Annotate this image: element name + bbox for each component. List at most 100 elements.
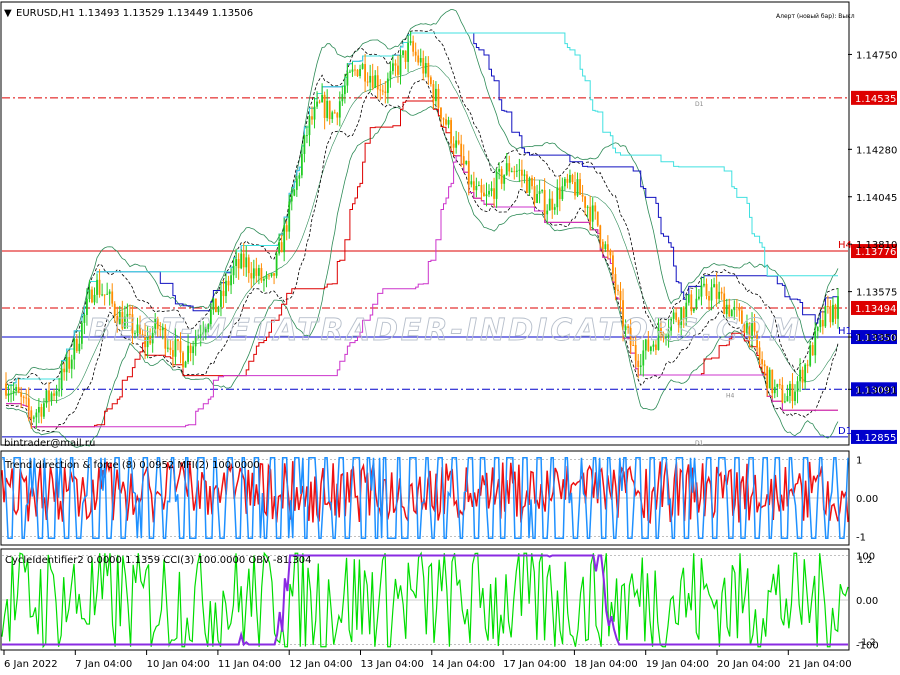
candle-body [470,181,473,185]
candle-body [766,366,769,389]
candle-body [308,116,311,136]
candle-body [821,320,824,327]
level-price-label: 1.12855 [855,433,896,444]
cycle-tick-label: 0.00 [856,596,878,607]
candle-body [783,401,786,403]
candle-body [48,390,50,401]
candle-body [374,75,377,88]
marker-label: D1 [695,101,704,108]
candle-body [781,384,784,403]
candle-body [245,257,248,268]
candle-body [601,241,604,250]
candle-body [313,106,316,120]
candle-body [460,143,463,157]
price-tick-label: 1.13350 [856,333,897,344]
candle-body [500,169,503,184]
time-tick-label: 20 Jan 04:00 [717,659,780,670]
candle-body [523,174,526,176]
candle-body [356,69,359,77]
candle-body [619,290,622,301]
level-price-label: 1.14535 [855,94,896,105]
candle-body [556,187,559,208]
symbol-dropdown-icon[interactable]: ▼ [4,8,12,19]
level-tag: D1 [838,426,852,437]
candle-body [298,175,301,179]
candle-body [376,75,379,90]
candle-body [510,171,513,173]
candle-body [450,120,452,144]
candle-body [809,345,812,366]
alert-status: Алерт (новый бар): Выкл [776,13,855,20]
candle-body [354,69,356,71]
candle-body [386,78,389,93]
candle-body [280,242,283,253]
trend-indicator-title: Trend direction & force (8) 0.0952 MFI(2… [4,460,260,471]
candle-body [576,179,579,196]
candle-body [399,54,402,75]
candle-body [609,250,612,256]
candle-body [333,112,336,114]
candle-body [270,273,273,277]
candle-body [690,294,693,312]
candle-body [801,369,804,383]
candle-body [43,403,45,417]
candle-body [366,81,369,83]
trend-tick-label: 1 [856,456,862,467]
candle-body [422,58,425,74]
cycle-indicator-title: CycleIdentifier2 0.0000 1.1359 CCI(3) 10… [5,555,311,566]
candle-body [227,280,230,286]
candle-body [7,393,10,396]
level-price-label: 1.13494 [855,304,896,315]
candle-body [318,101,321,103]
candle-body [733,307,736,311]
candle-body [111,291,114,304]
candle-body [548,198,551,211]
trend-tick-label: -1 [856,532,866,543]
time-tick-label: 21 Jan 04:00 [788,659,851,670]
candle-body [242,253,245,268]
candle-body [515,170,518,172]
watermark: BEST-METATRADER-INDICATORS.COM [88,313,802,348]
time-tick-label: 17 Jan 04:00 [503,659,566,670]
candle-body [543,190,546,215]
candle-body [816,327,819,332]
candle-body [268,275,270,277]
candle-body [30,410,33,419]
candle-body [778,384,781,386]
candle-body [791,383,794,402]
candle-body [60,368,63,389]
candle-body [551,198,554,210]
candle-body [184,361,187,368]
candle-body [546,210,549,215]
candle-body [452,143,455,148]
time-tick-label: 6 Jan 2022 [4,659,58,670]
candle-body [394,63,397,66]
level-tag: H4 [838,240,852,251]
candle-body [735,307,738,309]
candle-body [306,135,308,137]
candle-body [536,194,538,203]
candle-body [293,189,296,196]
candle-body [786,395,789,402]
candle-body [553,207,556,210]
candle-body [606,244,609,251]
candle-body [773,386,776,394]
cycle-tick-label-small: 1.2 [858,556,872,566]
candle-body [359,68,361,77]
price-tick-label: 1.14750 [856,50,897,61]
candle-body [70,359,73,369]
candle-body [323,94,326,118]
candle-body [518,169,521,171]
candle-body [96,279,98,295]
symbol-header: EURUSD,H1 1.13493 1.13529 1.13449 1.1350… [16,8,253,19]
candle-body [58,388,61,392]
candle-body [528,177,531,193]
candle-body [465,160,468,165]
candle-body [710,287,713,301]
price-tick-label: 1.14280 [856,145,897,156]
email-label: bintrader@mail.ru [4,438,95,449]
candle-body [761,359,764,365]
candle-body [429,77,432,85]
candle-body [612,255,614,275]
candle-body [364,64,367,82]
